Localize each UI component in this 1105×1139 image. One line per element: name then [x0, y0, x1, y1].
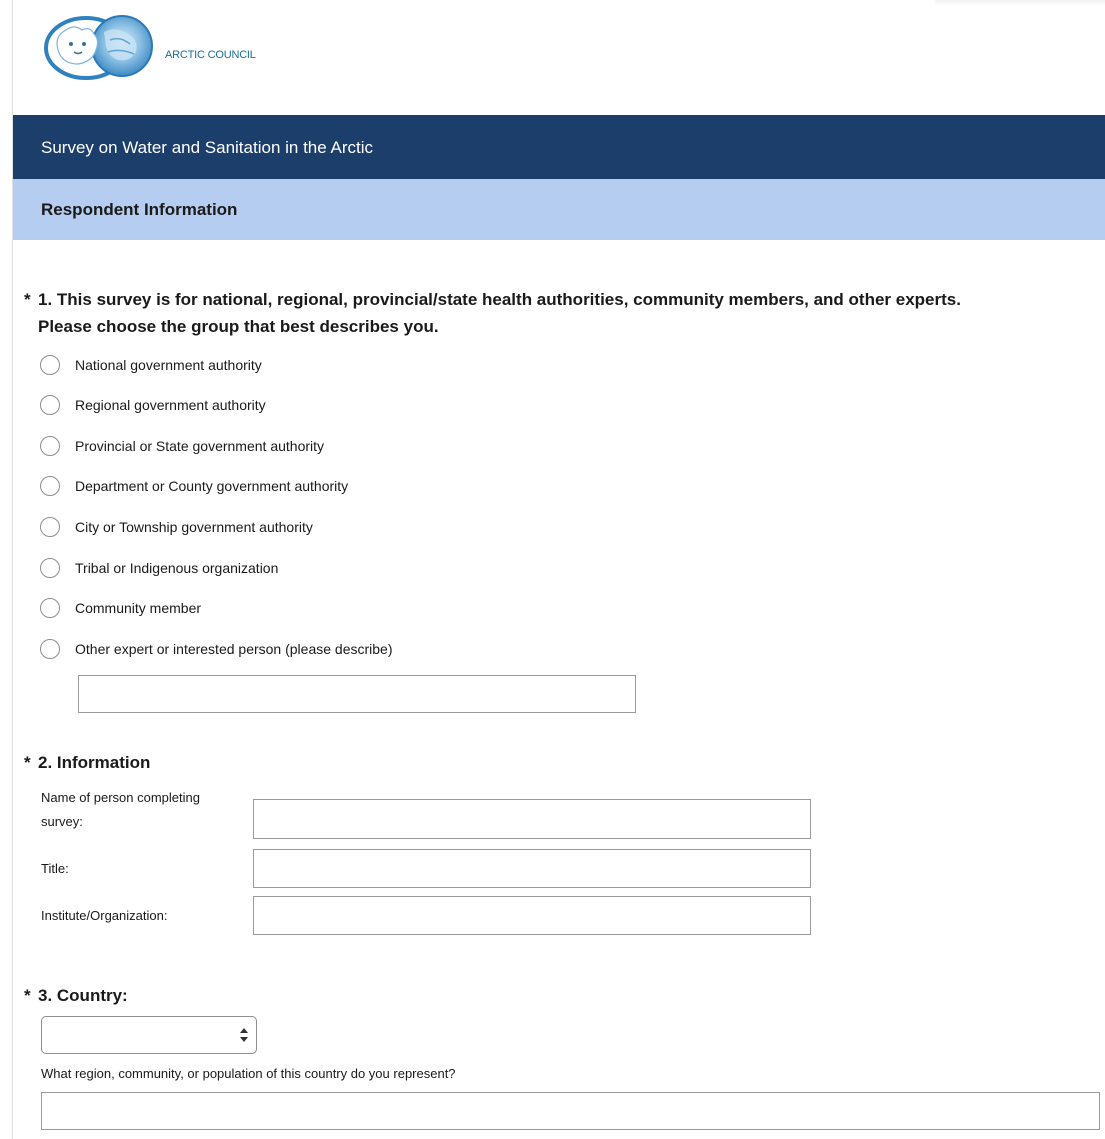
option-other-expert[interactable]: Other expert or interested person (pleas… — [40, 638, 393, 660]
section-title: Respondent Information — [41, 200, 238, 219]
region-input[interactable] — [41, 1092, 1100, 1130]
institute-field-label: Institute/Organization: — [41, 908, 168, 923]
option-label: Provincial or State government authority — [75, 438, 325, 454]
option-city-township[interactable]: City or Township government authority — [40, 516, 313, 538]
radio-button[interactable] — [40, 436, 60, 456]
option-national[interactable]: National government authority — [40, 354, 262, 376]
arctic-council-emblem-icon — [44, 15, 153, 80]
question-1-line-2: Please choose the group that best descri… — [38, 317, 439, 336]
name-field-label: Name of person completing survey: — [41, 790, 200, 829]
option-community-member[interactable]: Community member — [40, 597, 201, 619]
institute-input[interactable] — [253, 896, 811, 935]
option-department-county[interactable]: Department or County government authorit… — [40, 475, 348, 497]
radio-button[interactable] — [40, 639, 60, 659]
required-marker: * — [24, 290, 31, 309]
name-input[interactable] — [253, 799, 811, 839]
section-header: Respondent Information — [13, 179, 1105, 240]
top-edge-shadow — [935, 0, 1105, 6]
arctic-council-logo: ARCTIC COUNCIL — [44, 10, 284, 82]
radio-button[interactable] — [40, 395, 60, 415]
other-description-input[interactable] — [78, 675, 636, 713]
radio-button[interactable] — [40, 558, 60, 578]
question-3-label: 3. Country: — [38, 986, 128, 1005]
question-2-label: 2. Information — [38, 753, 151, 772]
question-3-title: * 3. Country: — [24, 982, 128, 1009]
question-1-line-1: 1. This survey is for national, regional… — [38, 290, 961, 309]
radio-button[interactable] — [40, 355, 60, 375]
required-marker: * — [24, 986, 31, 1005]
logo-text: ARCTIC COUNCIL — [165, 49, 256, 61]
option-label: Regional government authority — [75, 397, 266, 413]
radio-button[interactable] — [40, 598, 60, 618]
select-arrows-icon — [240, 1028, 248, 1042]
title-field-label: Title: — [41, 861, 69, 876]
radio-button[interactable] — [40, 476, 60, 496]
option-label: National government authority — [75, 357, 262, 373]
title-input[interactable] — [253, 849, 811, 888]
option-regional[interactable]: Regional government authority — [40, 394, 266, 416]
country-select[interactable] — [41, 1016, 257, 1054]
option-label: City or Township government authority — [75, 519, 313, 535]
option-label: Community member — [75, 600, 202, 616]
option-label: Tribal or Indigenous organization — [75, 560, 279, 576]
question-2-title: * 2. Information — [24, 749, 150, 776]
survey-title: Survey on Water and Sanitation in the Ar… — [41, 138, 373, 157]
radio-button[interactable] — [40, 517, 60, 537]
option-label: Other expert or interested person (pleas… — [75, 641, 393, 657]
region-question-label: What region, community, or population of… — [41, 1066, 456, 1081]
question-1-title: * 1. This survey is for national, regiona… — [24, 286, 1104, 340]
option-provincial-state[interactable]: Provincial or State government authority — [40, 435, 324, 457]
option-label: Department or County government authorit… — [75, 478, 349, 494]
option-tribal-indigenous[interactable]: Tribal or Indigenous organization — [40, 557, 278, 579]
survey-title-bar: Survey on Water and Sanitation in the Ar… — [13, 115, 1105, 179]
required-marker: * — [24, 753, 31, 772]
